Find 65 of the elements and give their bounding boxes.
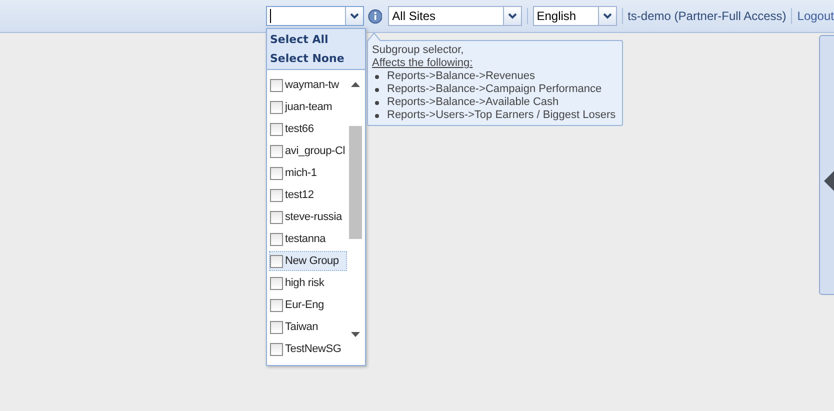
tooltip-subtitle: Affects the following: <box>372 57 474 70</box>
subgroup-item[interactable]: Taiwan <box>269 317 347 337</box>
collapse-arrow-icon[interactable] <box>824 171 834 191</box>
tooltip-title: Subgroup selector, <box>372 44 465 57</box>
scrollbar-thumb[interactable] <box>349 126 362 239</box>
caret-icon <box>350 13 359 19</box>
item-label: juan-team <box>285 101 332 113</box>
item-label: avi_group-Cl <box>285 145 345 157</box>
select-action[interactable]: Select All <box>270 30 362 49</box>
checkbox[interactable] <box>270 232 283 246</box>
info-icon[interactable] <box>368 8 382 24</box>
bullet-icon <box>375 100 379 104</box>
item-label: high risk <box>285 277 324 289</box>
subgroup-item[interactable]: test12 <box>269 185 347 205</box>
item-label: wayman-tw <box>285 79 339 91</box>
bullet-icon <box>375 88 379 92</box>
subgroup-field[interactable] <box>266 6 364 26</box>
checkbox[interactable] <box>270 100 283 114</box>
select-action[interactable]: Select None <box>270 49 362 68</box>
item-label: Taiwan <box>285 321 318 333</box>
sites-select[interactable]: All Sites <box>388 6 522 26</box>
subgroup-item[interactable]: TestNewSG <box>269 339 347 359</box>
subgroup-item[interactable]: mich-1 <box>269 163 347 183</box>
bullet-icon <box>375 74 379 78</box>
checkbox[interactable] <box>270 210 283 224</box>
tooltip-bullet: Reports->Balance->Available Cash <box>387 96 559 109</box>
subgroup-item[interactable]: wayman-tw <box>269 75 347 95</box>
checkbox[interactable] <box>270 144 283 158</box>
checkbox[interactable] <box>270 320 283 334</box>
item-label: New Group <box>285 255 339 267</box>
scroll-up-icon[interactable] <box>351 82 360 87</box>
checkbox[interactable] <box>270 166 283 180</box>
subgroup-item[interactable]: steve-russia <box>269 207 347 227</box>
logout-link[interactable]: Logout <box>797 9 834 23</box>
caret-icon <box>602 13 612 19</box>
tooltip-bullet: Reports->Users->Top Earners / Biggest Losers <box>387 109 616 122</box>
side-panel-tab[interactable] <box>819 35 834 295</box>
subgroup-item[interactable]: high risk <box>269 273 347 293</box>
subgroup-item[interactable]: New Group <box>269 251 347 271</box>
checkbox[interactable] <box>270 254 283 268</box>
checkbox[interactable] <box>270 122 283 136</box>
user-label: ts-demo (Partner-Full Access) <box>628 9 786 23</box>
language-select[interactable]: English <box>532 6 617 26</box>
item-label: Eur-Eng <box>285 299 324 311</box>
checkbox[interactable] <box>270 298 283 312</box>
tooltip-bullet: Reports->Balance->Revenues <box>387 70 535 83</box>
scroll-down-icon[interactable] <box>351 332 360 337</box>
checkbox[interactable] <box>270 342 283 356</box>
item-label: mich-1 <box>285 167 317 179</box>
item-label: test66 <box>285 123 314 135</box>
item-label: steve-russia <box>285 211 342 223</box>
item-label: testanna <box>285 233 326 245</box>
item-label: TestNewSG <box>285 343 342 355</box>
bullet-icon <box>375 114 379 118</box>
checkbox[interactable] <box>270 188 283 202</box>
subgroup-item[interactable]: avi_group-Cl <box>269 141 347 161</box>
tooltip-bullet: Reports->Balance->Campaign Performance <box>387 83 602 96</box>
caret-icon <box>508 13 517 19</box>
subgroup-item[interactable]: Eur-Eng <box>269 295 347 315</box>
item-label: test12 <box>285 189 314 201</box>
checkbox[interactable] <box>270 78 283 92</box>
subgroup-item[interactable]: test66 <box>269 119 347 139</box>
subgroup-item[interactable]: juan-team <box>269 97 347 117</box>
checkbox[interactable] <box>270 276 283 290</box>
subgroup-item[interactable]: testanna <box>269 229 347 249</box>
